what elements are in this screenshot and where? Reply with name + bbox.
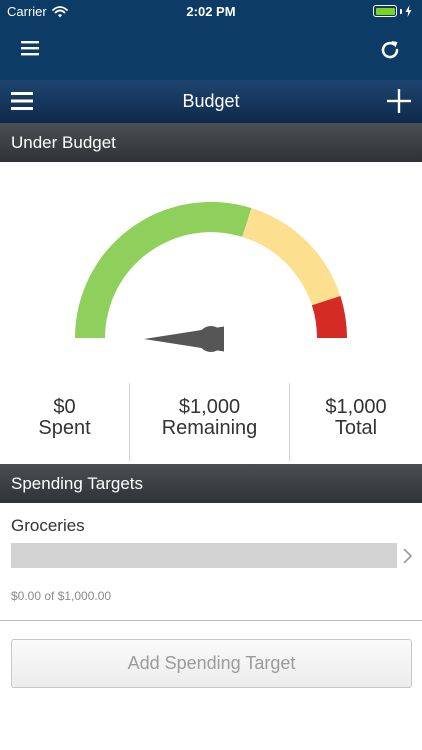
summary-spent: $0 Spent xyxy=(0,383,130,461)
refresh-icon[interactable] xyxy=(378,38,402,62)
add-icon[interactable] xyxy=(386,88,412,114)
charging-bolt-icon xyxy=(405,5,412,17)
battery-icon xyxy=(373,5,412,17)
chevron-right-icon xyxy=(403,548,413,564)
budget-summary: $0 Spent $1,000 Remaining $1,000 Total xyxy=(0,383,422,461)
nav-bar: Budget xyxy=(0,80,422,123)
budget-status-label: Under Budget xyxy=(11,133,116,152)
spending-target-row[interactable]: Groceries $0.00 of $1,000.00 xyxy=(0,503,422,621)
gauge-needle xyxy=(144,326,224,352)
budget-status-header: Under Budget xyxy=(0,123,422,162)
spending-targets-label: Spending Targets xyxy=(11,474,144,493)
spent-label: Spent xyxy=(38,417,91,439)
total-label: Total xyxy=(334,417,378,439)
hamburger-menu-icon[interactable] xyxy=(20,38,46,60)
gauge-zone-under xyxy=(74,201,252,338)
budget-gauge xyxy=(74,201,348,352)
summary-remaining: $1,000 Remaining xyxy=(130,383,290,461)
status-bar: Carrier 2:02 PM xyxy=(0,0,422,22)
remaining-label: Remaining xyxy=(161,417,258,439)
gauge-zone-near xyxy=(242,208,341,306)
page-title: Budget xyxy=(182,91,240,111)
target-progress-bar xyxy=(11,543,397,568)
target-name: Groceries xyxy=(11,516,85,535)
spending-targets-header: Spending Targets xyxy=(0,464,422,503)
add-spending-target-button[interactable]: Add Spending Target xyxy=(11,639,412,688)
spent-value: $0 xyxy=(53,396,76,418)
remaining-value: $1,000 xyxy=(178,396,241,418)
status-time: 2:02 PM xyxy=(186,4,236,19)
total-value: $1,000 xyxy=(325,396,387,418)
target-amount: $0.00 of $1,000.00 xyxy=(11,589,112,603)
summary-total: $1,000 Total xyxy=(290,383,422,461)
app-header xyxy=(0,22,422,80)
